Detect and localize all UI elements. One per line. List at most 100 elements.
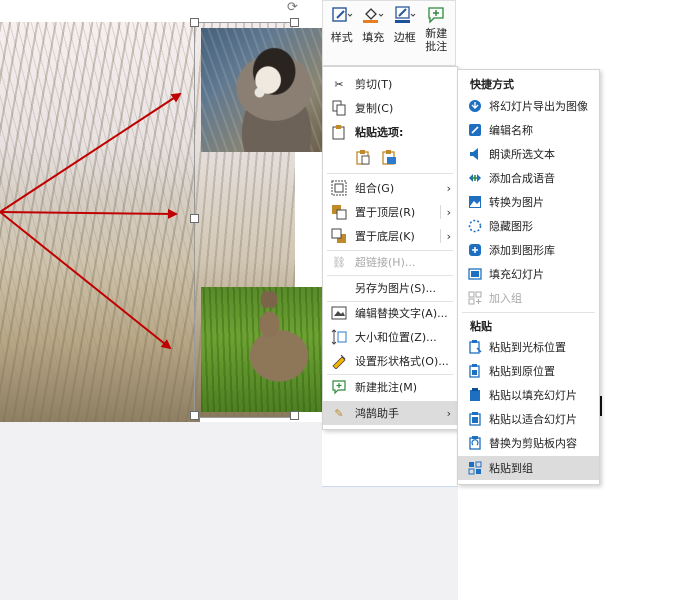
dashed-circle-icon (467, 218, 483, 234)
comment-add-icon (424, 5, 448, 25)
fill-slide-icon (467, 266, 483, 282)
new-comment-button[interactable]: 新建 批注 (421, 5, 453, 65)
menu-item-bring-to-front[interactable]: 置于顶层(R) › (323, 201, 457, 223)
border-button[interactable]: 边框 (389, 5, 421, 65)
format-shape-icon (331, 353, 347, 369)
group-icon (331, 180, 347, 196)
submenu-item-paste-to-group[interactable]: 粘贴到组 (458, 456, 599, 480)
paste-header: 粘贴 (470, 320, 492, 333)
menu-item-label: 编辑替换文字(A)... (355, 307, 448, 320)
comment-icon (331, 379, 347, 395)
selection-handle[interactable] (290, 18, 299, 27)
chevron-right-icon: › (446, 406, 451, 420)
menu-item-copy[interactable]: 复制(C) (323, 97, 457, 119)
clipboard-icon (331, 124, 347, 140)
submenu-item-paste-in-place[interactable]: 粘贴到原位置 (458, 360, 599, 382)
paste-option-buttons (323, 147, 457, 169)
submenu-item-hide-shape[interactable]: 隐藏图形 (458, 215, 599, 237)
speaker-icon (467, 146, 483, 162)
submenu-item-label: 粘贴到组 (489, 462, 533, 475)
menu-separator (327, 374, 453, 375)
arrow-top (0, 92, 182, 213)
mini-toolbar: 样式 填充 边框 新建 批注 (322, 0, 456, 66)
submenu-item-label: 朗读所选文本 (489, 148, 555, 161)
paste-as-picture-icon[interactable] (381, 149, 397, 168)
submenu-item-label: 粘贴以适合幻灯片 (489, 413, 577, 426)
rotate-handle-icon[interactable]: ⟳ (287, 0, 298, 15)
style-label: 样式 (330, 31, 353, 44)
replace-clipboard-icon (467, 435, 483, 451)
submenu-item-edit-name[interactable]: 编辑名称 (458, 119, 599, 141)
fill-button[interactable]: 填充 (358, 5, 390, 65)
bring-to-front-icon (331, 204, 347, 220)
send-to-back-icon (331, 228, 347, 244)
shortcuts-header: 快捷方式 (470, 78, 514, 91)
new-comment-label-1: 新建 (425, 27, 448, 40)
menu-separator (327, 275, 453, 276)
menu-item-send-to-back[interactable]: 置于底层(K) › (323, 225, 457, 247)
chevron-right-icon: › (446, 181, 451, 195)
menu-item-cut[interactable]: ✂ 剪切(T) (323, 73, 457, 95)
selection-handle[interactable] (190, 214, 199, 223)
paste-group-icon (467, 460, 483, 476)
submenu-item-add-voice[interactable]: 添加合成语音 (458, 167, 599, 189)
selection-handle[interactable] (190, 18, 199, 27)
join-group-icon (467, 290, 483, 306)
menu-item-label: 置于底层(K) (355, 230, 415, 243)
submenu-item-paste-fill-slide[interactable]: 粘贴以填充幻灯片 (458, 384, 599, 406)
submenu-item-export-slide-image[interactable]: 将幻灯片导出为图像 (458, 95, 599, 117)
paste-keep-format-icon[interactable] (355, 149, 371, 168)
arrow-middle (0, 208, 178, 219)
paste-fill-icon (467, 387, 483, 403)
chevron-right-icon: › (446, 229, 451, 243)
selection-handle[interactable] (290, 411, 299, 420)
submenu-item-fill-slide[interactable]: 填充幻灯片 (458, 263, 599, 285)
submenu-item-label: 填充幻灯片 (489, 268, 544, 281)
submenu-item-label: 加入组 (489, 292, 522, 305)
menu-item-label: 剪切(T) (355, 78, 393, 91)
menu-item-new-comment[interactable]: 新建批注(M) (323, 376, 457, 398)
scissors-icon: ✂ (334, 77, 344, 91)
menu-item-save-as-picture[interactable]: 另存为图片(S)... (323, 277, 457, 299)
paste-options-header: 粘贴选项: (323, 121, 457, 143)
menu-item-hongpeng-helper[interactable]: ✎ 鸿鹄助手 › (323, 401, 457, 425)
submenu-item-replace-with-clipboard[interactable]: 替换为剪贴板内容 (458, 432, 599, 454)
submenu-item-label: 将幻灯片导出为图像 (489, 100, 588, 113)
style-button[interactable]: 样式 (326, 5, 358, 65)
submenu-item-label: 粘贴到光标位置 (489, 341, 566, 354)
menu-item-label: 鸿鹄助手 (355, 407, 399, 420)
paste-fit-icon (467, 411, 483, 427)
menu-item-edit-alt-text[interactable]: 编辑替换文字(A)... (323, 302, 457, 324)
submenu-item-add-to-library[interactable]: 添加到图形库 (458, 239, 599, 261)
style-icon (330, 5, 354, 25)
context-menu: ✂ 剪切(T) 复制(C) 粘贴选项: 组合(G) › 置于顶层(R) › 置于… (322, 66, 458, 430)
submenu-item-paste-at-cursor[interactable]: 粘贴到光标位置 (458, 336, 599, 358)
submenu-item-label: 粘贴以填充幻灯片 (489, 389, 577, 402)
menu-item-size-and-position[interactable]: 大小和位置(Z)... (323, 326, 457, 348)
menu-item-label: 设置形状格式(O)... (355, 355, 449, 368)
raccoon-picture[interactable] (201, 28, 323, 152)
submenu-item-label: 编辑名称 (489, 124, 533, 137)
menu-item-label: 新建批注(M) (355, 381, 418, 394)
menu-item-format-shape[interactable]: 设置形状格式(O)... (323, 350, 457, 372)
selection-handle[interactable] (190, 411, 199, 420)
submenu-item-label: 添加到图形库 (489, 244, 555, 257)
submenu-item-read-aloud[interactable]: 朗读所选文本 (458, 143, 599, 165)
submenu-item-label: 替换为剪贴板内容 (489, 437, 577, 450)
fill-bucket-icon (361, 5, 385, 25)
rabbit-picture[interactable] (201, 287, 323, 412)
submenu-item-convert-to-picture[interactable]: 转换为图片 (458, 191, 599, 213)
submenu-item-label: 粘贴到原位置 (489, 365, 555, 378)
border-pen-icon (393, 5, 417, 25)
submenu-item-paste-fit-slide[interactable]: 粘贴以适合幻灯片 (458, 408, 599, 430)
menu-item-group[interactable]: 组合(G) › (323, 177, 457, 199)
menu-item-label: 另存为图片(S)... (355, 282, 437, 295)
paste-cursor-icon (467, 339, 483, 355)
menu-item-label: 复制(C) (355, 102, 394, 115)
picture-icon (467, 194, 483, 210)
menu-separator (327, 173, 453, 174)
new-comment-label-2: 批注 (425, 40, 448, 53)
menu-item-label: 大小和位置(Z)... (355, 331, 437, 344)
menu-item-label: 置于顶层(R) (355, 206, 416, 219)
menu-item-label: 组合(G) (355, 182, 395, 195)
